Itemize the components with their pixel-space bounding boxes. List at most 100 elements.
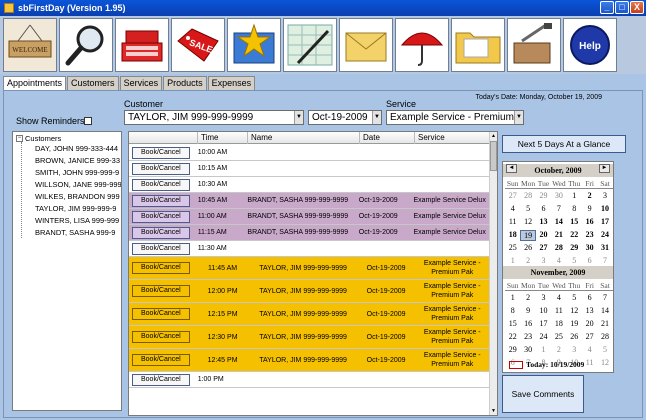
calendar-day[interactable]: 28 — [520, 191, 535, 200]
calendar-prev-icon[interactable]: ◄ — [506, 164, 517, 173]
calendar-day[interactable]: 28 — [597, 332, 612, 341]
sale-button[interactable]: SALE — [171, 18, 225, 72]
calendar-day[interactable]: 9 — [520, 306, 535, 315]
calendar-day[interactable]: 24 — [597, 230, 612, 241]
calendar-day[interactable]: 4 — [551, 256, 566, 265]
welcome-button[interactable]: WELCOME — [3, 18, 57, 72]
table-row[interactable]: Book/Cancel 11:30 AM — [129, 241, 491, 257]
calendar-day[interactable]: 8 — [505, 306, 520, 315]
calendar-day[interactable]: 15 — [505, 319, 520, 328]
calendar-day[interactable]: 13 — [536, 217, 551, 226]
calendar-day[interactable]: 13 — [582, 306, 597, 315]
book-cancel-button[interactable]: Book/Cancel — [132, 178, 190, 191]
calendar-day[interactable]: 21 — [597, 319, 612, 328]
tree-item[interactable]: WILKES, BRANDON 999 — [35, 192, 120, 201]
date-picker[interactable]: Oct-19-2009 ▼ — [308, 110, 382, 125]
column-header-date[interactable]: Date — [360, 132, 415, 144]
calendar-day[interactable]: 11 — [551, 306, 566, 315]
tree-item[interactable]: WINTERS, LISA 999-999 — [35, 216, 119, 225]
calendar-day[interactable]: 10 — [536, 306, 551, 315]
calendar-day[interactable]: 22 — [567, 230, 582, 241]
calendar-day[interactable]: 28 — [551, 243, 566, 252]
tools-button[interactable] — [507, 18, 561, 72]
calendar-day[interactable]: 9 — [582, 204, 597, 213]
table-row[interactable]: Book/Cancel 10:30 AM — [129, 177, 491, 193]
files-button[interactable] — [451, 18, 505, 72]
help-button[interactable]: Help — [563, 18, 617, 72]
table-row[interactable]: Book/Cancel 10:45 AM BRANDT, SASHA 999-999… — [129, 193, 491, 209]
table-row[interactable]: Book/Cancel 12:15 PM TAYLOR, JIM 999-999-9… — [129, 303, 491, 326]
table-row[interactable]: Book/Cancel 12:45 PM TAYLOR, JIM 999-999-9… — [129, 349, 491, 372]
calendar-day[interactable]: 14 — [551, 217, 566, 226]
calendar-day[interactable]: 20 — [582, 319, 597, 328]
column-header-name[interactable]: Name — [248, 132, 360, 144]
service-select[interactable]: Example Service - Premium P ▼ — [386, 110, 524, 125]
calendar-day[interactable]: 7 — [597, 293, 612, 302]
calendar-day[interactable]: 27 — [536, 243, 551, 252]
search-button[interactable] — [59, 18, 113, 72]
tab-appointments[interactable]: Appointments — [3, 76, 67, 91]
calendar-day[interactable]: 5 — [520, 204, 535, 213]
column-header-time[interactable]: Time — [198, 132, 248, 144]
calendar-day[interactable]: 17 — [536, 319, 551, 328]
column-header-action[interactable] — [129, 132, 198, 144]
calendar-day[interactable]: 3 — [536, 256, 551, 265]
collapse-icon[interactable]: − — [16, 135, 23, 142]
tree-root[interactable]: − Customers — [16, 134, 61, 143]
calendar-day[interactable]: 7 — [597, 256, 612, 265]
tab-services[interactable]: Services — [119, 76, 163, 90]
calendar-day[interactable]: 12 — [520, 217, 535, 226]
tab-products[interactable]: Products — [163, 76, 207, 90]
table-row[interactable]: Book/Cancel 11:00 AM BRANDT, SASHA 999-999… — [129, 209, 491, 225]
grid-scrollbar[interactable]: ▲ ▼ — [489, 132, 497, 415]
calendar-day[interactable]: 1 — [536, 345, 551, 354]
calendar-day[interactable]: 30 — [551, 191, 566, 200]
column-header-service[interactable]: Service — [415, 132, 491, 144]
insurance-button[interactable] — [395, 18, 449, 72]
calendar-today[interactable]: Today: 10/19/2009 — [509, 360, 584, 369]
chevron-down-icon[interactable]: ▼ — [294, 111, 303, 124]
calendar-day[interactable]: 25 — [505, 243, 520, 252]
calendar-day[interactable]: 16 — [582, 217, 597, 226]
book-cancel-button[interactable]: Book/Cancel — [132, 210, 190, 223]
book-cancel-button[interactable]: Book/Cancel — [132, 162, 190, 175]
calendar-day[interactable]: 1 — [505, 256, 520, 265]
book-cancel-button[interactable]: Book/Cancel — [132, 262, 190, 274]
book-cancel-button[interactable]: Book/Cancel — [132, 146, 190, 159]
calendar-day[interactable]: 30 — [582, 243, 597, 252]
show-reminders-checkbox[interactable] — [84, 117, 92, 125]
calendar-day[interactable]: 27 — [505, 191, 520, 200]
calendar-day[interactable]: 21 — [551, 230, 566, 241]
book-cancel-button[interactable]: Book/Cancel — [132, 194, 190, 207]
calendar-day[interactable]: 25 — [551, 332, 566, 341]
scroll-thumb[interactable] — [490, 141, 497, 171]
table-row[interactable]: Book/Cancel 11:15 AM BRANDT, SASHA 999-999… — [129, 225, 491, 241]
calendar-day[interactable]: 29 — [536, 191, 551, 200]
scroll-down-icon[interactable]: ▼ — [490, 407, 497, 415]
calendar-day[interactable]: 12 — [597, 358, 612, 367]
calendar-day[interactable]: 18 — [505, 230, 520, 241]
chevron-down-icon[interactable]: ▼ — [372, 111, 381, 124]
calendar-day[interactable]: 19 — [567, 319, 582, 328]
book-cancel-button[interactable]: Book/Cancel — [132, 354, 190, 366]
calendar-day[interactable]: 17 — [597, 217, 612, 226]
calendar-day[interactable]: 15 — [567, 217, 582, 226]
calendar-day[interactable]: 16 — [520, 319, 535, 328]
calendar-day[interactable]: 14 — [597, 306, 612, 315]
tab-customers[interactable]: Customers — [67, 76, 119, 90]
calendar-day[interactable]: 2 — [551, 345, 566, 354]
tree-item[interactable]: DAY, JOHN 999-333-444 — [35, 144, 118, 153]
register-button[interactable] — [115, 18, 169, 72]
tree-item[interactable]: WILLSON, JANE 999-999 — [35, 180, 121, 189]
calendar-day[interactable]: 31 — [597, 243, 612, 252]
tab-expenses[interactable]: Expenses — [207, 76, 256, 90]
calendar-day[interactable]: 27 — [582, 332, 597, 341]
minimize-button[interactable]: _ — [600, 1, 614, 14]
chevron-down-icon[interactable]: ▼ — [514, 111, 523, 124]
calendar-day[interactable]: 10 — [597, 204, 612, 213]
calendar-day[interactable]: 5 — [567, 256, 582, 265]
mail-button[interactable] — [339, 18, 393, 72]
calendar-day[interactable]: 4 — [582, 345, 597, 354]
calendar-day[interactable]: 12 — [567, 306, 582, 315]
reports-button[interactable] — [283, 18, 337, 72]
